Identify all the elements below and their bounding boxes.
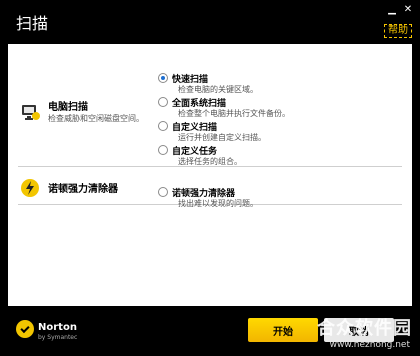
option-custom-scan[interactable]: 自定义扫描 运行并创建自定义扫描。	[158, 120, 378, 144]
option-description: 检查电脑的关键区域。	[178, 85, 258, 94]
option-description: 找出难以发现的问题。	[178, 199, 258, 208]
radio-custom-scan[interactable]	[158, 121, 168, 131]
option-description: 检查整个电脑并执行文件备份。	[178, 109, 290, 118]
computer-scan-description: 检查威胁和空闲磁盘空间。	[48, 114, 144, 123]
watermark-url: www.hezhong.net	[329, 340, 410, 350]
scan-options-panel: 电脑扫描 检查威胁和空闲磁盘空间。 诺顿强力清除器 快速扫描 检查电脑的关键区域…	[8, 44, 412, 306]
watermark: 合众软件园	[317, 318, 412, 339]
power-eraser-icon	[21, 179, 39, 197]
scan-window: 扫描 ▁ ✕ 帮助 电脑扫描 检查威胁和空闲磁盘空间。 诺顿强力清除器 快速扫描…	[0, 0, 420, 356]
radio-custom-task[interactable]	[158, 145, 168, 155]
help-button[interactable]: 帮助	[384, 24, 412, 38]
radio-power-eraser[interactable]	[158, 187, 168, 197]
radio-quick-scan[interactable]	[158, 73, 168, 83]
norton-logo: Norton by Symantec	[16, 320, 86, 344]
norton-check-icon	[16, 320, 34, 338]
norton-brand: Norton	[38, 322, 77, 333]
computer-scan-title: 电脑扫描	[48, 102, 88, 113]
start-button[interactable]: 开始	[248, 318, 318, 342]
option-description: 选择任务的组合。	[178, 157, 242, 166]
option-full-system-scan[interactable]: 全面系统扫描 检查整个电脑并执行文件备份。	[158, 96, 378, 120]
close-icon[interactable]: ✕	[402, 4, 414, 16]
radio-full-system-scan[interactable]	[158, 97, 168, 107]
option-custom-task[interactable]: 自定义任务 选择任务的组合。	[158, 144, 378, 168]
option-description: 运行并创建自定义扫描。	[178, 133, 266, 142]
option-power-eraser[interactable]: 诺顿强力清除器 找出难以发现的问题。	[158, 186, 378, 210]
window-title: 扫描	[16, 14, 49, 33]
option-quick-scan[interactable]: 快速扫描 检查电脑的关键区域。	[158, 72, 378, 96]
power-eraser-title: 诺顿强力清除器	[48, 184, 118, 195]
minimize-icon[interactable]: ▁	[386, 4, 398, 16]
computer-scan-icon	[22, 105, 40, 120]
footer: Norton by Symantec 开始 取消 合众软件园 www.hezho…	[0, 306, 420, 356]
title-bar: 扫描 ▁ ✕ 帮助	[0, 0, 420, 42]
norton-brand-sub: by Symantec	[38, 334, 78, 341]
